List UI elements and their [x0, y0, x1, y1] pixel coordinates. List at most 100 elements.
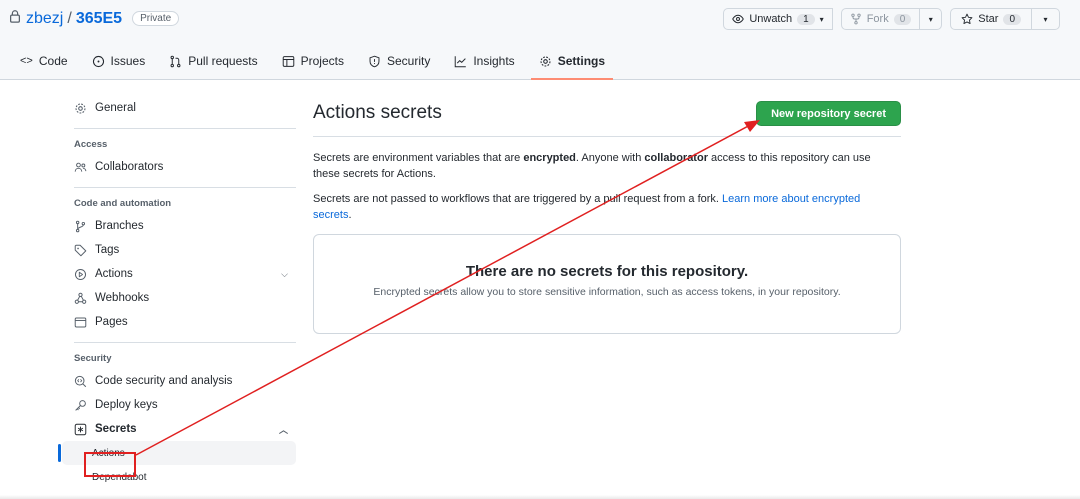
sidebar-item-general[interactable]: General [62, 96, 296, 120]
tag-icon [74, 244, 87, 256]
title-divider [313, 136, 901, 137]
text-emphasis: encrypted [523, 152, 576, 164]
tab-pull-requests[interactable]: Pull requests [161, 50, 265, 78]
fork-icon [851, 13, 861, 25]
fork-group: Fork 0 ▾ [840, 8, 943, 30]
fork-dropdown-button[interactable]: ▾ [920, 8, 943, 30]
pull-request-icon [170, 55, 181, 67]
issue-icon [92, 55, 104, 67]
codescan-icon [74, 375, 87, 387]
star-group: Star 0 ▾ [950, 8, 1060, 30]
table-icon [282, 55, 294, 67]
chevron-up-icon: ︿ [278, 424, 288, 435]
fork-button[interactable]: Fork 0 [840, 8, 921, 30]
sidebar-divider [74, 128, 296, 129]
tab-insights[interactable]: Insights [446, 50, 522, 78]
play-icon [74, 268, 87, 280]
gear-icon [540, 56, 551, 66]
sidebar-item-pages[interactable]: Pages [62, 310, 296, 334]
header-actions: Unwatch 1 ▾ Fork 0 ▾ Star 0 ▾ [723, 8, 1060, 30]
tab-security-label: Security [386, 54, 431, 68]
branch-icon [75, 220, 86, 232]
sidebar-heading-access: Access [74, 139, 108, 150]
shield-icon [369, 55, 380, 67]
empty-state: There are no secrets for this repository… [313, 234, 901, 334]
fork-count: 0 [893, 13, 912, 25]
repo-owner-link[interactable]: zbezj [26, 10, 63, 28]
sidebar-item-label: Deploy keys [95, 399, 158, 411]
repo-header: zbezj / 365E5 Private Unwatch 1 ▾ Fork 0… [0, 0, 1080, 80]
graph-icon [455, 55, 467, 67]
people-icon [74, 162, 87, 172]
watch-count: 1 [797, 13, 815, 25]
sidebar-item-label: Pages [95, 316, 128, 328]
empty-state-title: There are no secrets for this repository… [465, 263, 749, 280]
fork-label: Fork [866, 13, 889, 25]
sidebar-item-collaborators[interactable]: Collaborators [62, 155, 296, 179]
star-dropdown-button[interactable]: ▾ [1032, 8, 1060, 30]
sidebar-item-label: Branches [95, 220, 144, 232]
webhook-icon [74, 292, 87, 304]
repo-name-link[interactable]: 365E5 [76, 10, 122, 28]
tab-projects-label: Projects [300, 54, 344, 68]
new-repository-secret-button[interactable]: New repository secret [756, 101, 901, 126]
sidebar-item-label: Tags [95, 244, 120, 256]
fork-notice: Secrets are not passed to workflows that… [313, 191, 888, 223]
chevron-down-icon: ▾ [928, 14, 933, 24]
sidebar-item-label: General [95, 102, 136, 114]
repo-separator: / [67, 9, 72, 27]
repo-title: zbezj / 365E5 Private [8, 9, 180, 28]
sidebar-item-label: Actions [95, 268, 133, 280]
text-segment: . [348, 209, 352, 221]
star-count: 0 [1003, 13, 1021, 25]
sidebar-item-actions[interactable]: Actions ⌵ [62, 262, 296, 286]
sidebar-item-deploy-keys[interactable]: Deploy keys [62, 393, 296, 417]
tab-security[interactable]: Security [360, 50, 438, 78]
browser-icon [74, 317, 87, 327]
sidebar-divider [74, 187, 296, 188]
star-button[interactable]: Star 0 [950, 8, 1032, 30]
sidebar-item-secrets[interactable]: Secrets ︿ [62, 417, 296, 441]
text-segment: Secrets are environment variables that a… [313, 152, 524, 164]
gear-icon [75, 103, 86, 113]
tab-code-label: Code [38, 54, 68, 68]
tab-issues[interactable]: Issues [84, 50, 154, 78]
sidebar-item-webhooks[interactable]: Webhooks [62, 286, 296, 310]
tab-issues-label: Issues [110, 54, 146, 68]
sidebar-item-label: Code security and analysis [95, 375, 233, 387]
sidebar-item-label: Webhooks [95, 292, 150, 304]
star-label: Star [978, 13, 999, 25]
sidebar-heading-code-automation: Code and automation [74, 198, 172, 209]
key-icon [75, 399, 86, 411]
tab-settings[interactable]: Settings [530, 50, 614, 80]
unwatch-button[interactable]: Unwatch 1 ▾ [723, 8, 833, 30]
text-segment: Secrets are not passed to workflows that… [313, 193, 723, 205]
text-emphasis: collaborator [644, 152, 708, 164]
chevron-down-icon: ▾ [819, 14, 824, 24]
tab-pulls-label: Pull requests [188, 54, 258, 68]
sidebar-item-code-security[interactable]: Code security and analysis [62, 369, 296, 393]
code-icon: <> [20, 55, 33, 67]
star-icon [961, 13, 973, 25]
bottom-edge [0, 495, 1080, 499]
settings-sidebar: General Access Collaborators Code and au… [58, 96, 296, 489]
text-segment: . Anyone with [575, 152, 645, 164]
sidebar-item-branches[interactable]: Branches [62, 214, 296, 238]
secrets-description: Secrets are environment variables that a… [313, 150, 888, 182]
tab-code[interactable]: <> Code [12, 50, 76, 78]
tab-settings-label: Settings [557, 54, 606, 68]
empty-state-description: Encrypted secrets allow you to store sen… [373, 286, 841, 298]
sidebar-divider [74, 342, 296, 343]
tab-projects[interactable]: Projects [274, 50, 352, 78]
sidebar-item-label: Secrets [95, 423, 137, 435]
sidebar-item-tags[interactable]: Tags [62, 238, 296, 262]
asterisk-box-icon [74, 423, 87, 435]
main-content: Actions secrets New repository secret Se… [313, 99, 901, 334]
visibility-badge: Private [132, 11, 180, 26]
sidebar-item-label: Collaborators [95, 161, 164, 173]
chevron-down-icon: ⌵ [281, 268, 288, 279]
unwatch-label: Unwatch [749, 13, 793, 25]
chevron-down-icon: ▾ [1043, 14, 1048, 24]
lock-icon [8, 9, 22, 28]
tab-insights-label: Insights [473, 54, 515, 68]
